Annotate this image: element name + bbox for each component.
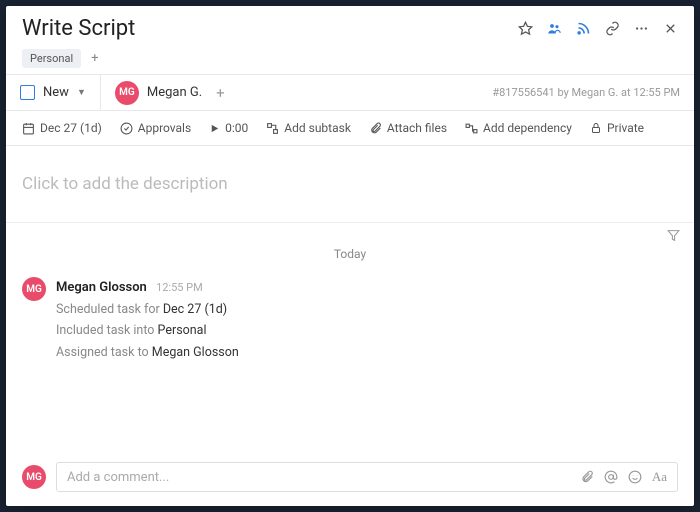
day-separator: Today — [22, 247, 678, 261]
star-icon[interactable] — [518, 21, 533, 36]
task-title[interactable]: Write Script — [22, 16, 135, 41]
activity-stream: Today MG Megan Glosson 12:55 PM Schedule… — [6, 223, 694, 452]
people-icon[interactable] — [547, 21, 562, 36]
status-selector[interactable]: New ▼ — [6, 75, 101, 110]
activity-entry: MG Megan Glosson 12:55 PM Scheduled task… — [22, 277, 678, 363]
entry-time: 12:55 PM — [156, 281, 203, 294]
complete-checkbox[interactable] — [20, 85, 35, 100]
comment-avatar: MG — [22, 465, 46, 489]
filter-icon[interactable] — [667, 229, 680, 242]
attach-icon[interactable] — [580, 470, 594, 484]
close-icon[interactable] — [663, 21, 678, 36]
comment-input[interactable] — [67, 470, 580, 485]
assignee-name[interactable]: Megan G. — [147, 85, 202, 100]
entry-avatar: MG — [22, 277, 46, 301]
chevron-down-icon: ▼ — [77, 87, 86, 98]
header: Write Script Personal + — [6, 6, 694, 74]
time-button[interactable]: 0:00 — [209, 121, 248, 135]
task-panel: Write Script Personal + New ▼ MG Megan G… — [6, 6, 694, 506]
status-row: New ▼ MG Megan G. + #817556541 by Megan … — [6, 74, 694, 111]
comment-bar: MG Aa — [6, 452, 694, 506]
entry-author: Megan Glosson — [56, 280, 147, 295]
subtask-button[interactable]: Add subtask — [266, 121, 351, 135]
dependency-button[interactable]: Add dependency — [465, 121, 572, 135]
rss-icon[interactable] — [576, 21, 591, 36]
link-icon[interactable] — [605, 21, 620, 36]
toolbar: Dec 27 (1d) Approvals 0:00 Add subtask A… — [6, 111, 694, 146]
header-actions — [518, 21, 678, 36]
date-button[interactable]: Dec 27 (1d) — [22, 121, 102, 135]
folder-tag[interactable]: Personal — [22, 49, 81, 68]
emoji-icon[interactable] — [628, 470, 642, 484]
description-field[interactable]: Click to add the description — [6, 146, 694, 223]
task-meta: #817556541 by Megan G. at 12:55 PM — [492, 86, 694, 99]
attach-button[interactable]: Attach files — [369, 121, 447, 135]
mention-icon[interactable] — [604, 470, 618, 484]
approvals-button[interactable]: Approvals — [120, 121, 191, 135]
add-tag-button[interactable]: + — [87, 51, 102, 66]
more-icon[interactable] — [634, 21, 649, 36]
format-icon[interactable]: Aa — [652, 469, 667, 485]
private-button[interactable]: Private — [590, 121, 644, 135]
assignee-avatar[interactable]: MG — [115, 81, 139, 105]
assignee-section: MG Megan G. + — [101, 81, 492, 105]
add-assignee-button[interactable]: + — [216, 84, 225, 102]
status-label: New — [43, 85, 69, 100]
comment-input-wrap[interactable]: Aa — [56, 462, 678, 492]
